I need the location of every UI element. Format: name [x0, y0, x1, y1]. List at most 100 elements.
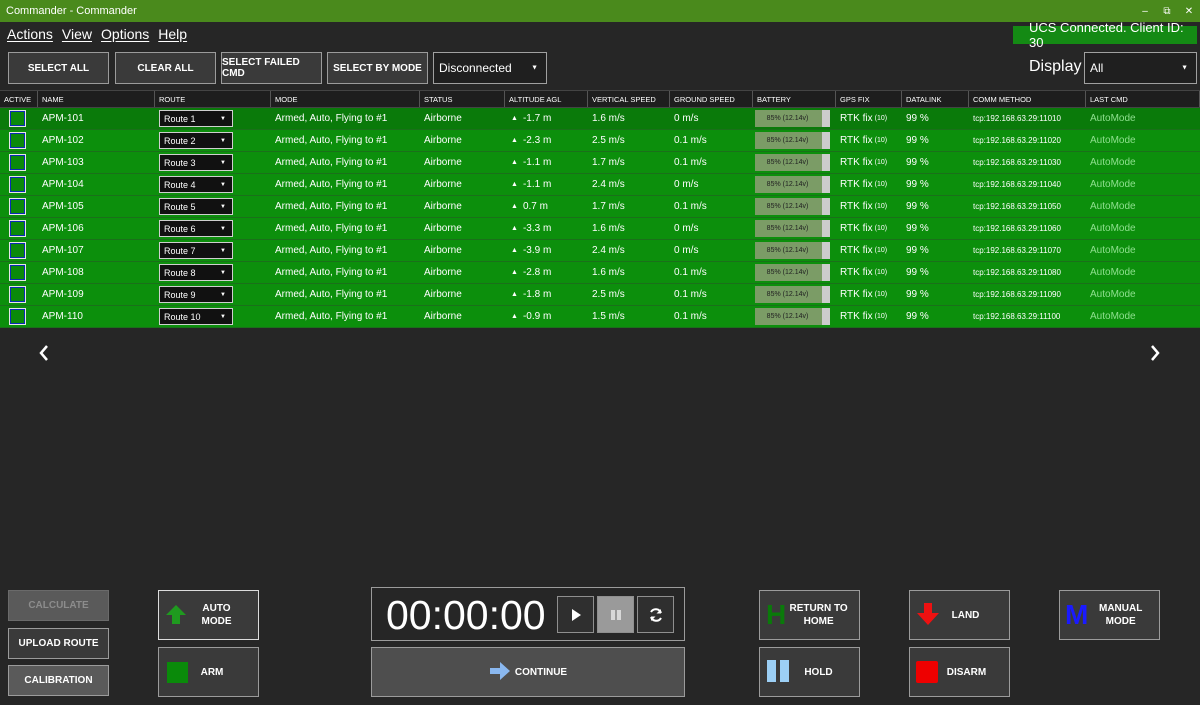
play-button[interactable]: [557, 596, 594, 633]
hold-label: HOLD: [804, 666, 833, 678]
col-header[interactable]: GPS FIX: [836, 91, 902, 107]
col-header[interactable]: LAST CMD: [1086, 91, 1200, 107]
col-header[interactable]: ALTITUDE AGL: [505, 91, 588, 107]
col-header[interactable]: MODE: [271, 91, 420, 107]
datalink-cell: 99 %: [906, 113, 929, 124]
col-header[interactable]: STATUS: [420, 91, 505, 107]
battery-text: 85% (12.14v): [766, 313, 809, 320]
menu-view[interactable]: View: [62, 26, 92, 42]
chevron-down-icon: ▼: [220, 247, 226, 254]
active-checkbox[interactable]: [9, 308, 26, 325]
altitude-value: -3.3 m: [522, 223, 552, 234]
gps-sats: (10): [874, 159, 888, 166]
manual-mode-label: MANUAL MODE: [1099, 603, 1143, 627]
menu-actions[interactable]: Actions: [7, 26, 53, 42]
active-checkbox[interactable]: [9, 242, 26, 259]
col-header[interactable]: VERTICAL SPEED: [588, 91, 670, 107]
col-header[interactable]: COMM METHOD: [969, 91, 1086, 107]
table-row[interactable]: APM-109 Route 9 ▼ Armed, Auto, Flying to #1…: [0, 284, 1200, 306]
route-dropdown[interactable]: Route 4 ▼: [159, 176, 233, 193]
battery-bar: 85% (12.14v): [755, 264, 830, 281]
next-page-icon[interactable]: [1149, 345, 1161, 366]
land-button[interactable]: LAND: [909, 590, 1010, 640]
route-dropdown[interactable]: Route 2 ▼: [159, 132, 233, 149]
hold-button[interactable]: HOLD: [759, 647, 860, 697]
window-titlebar: Commander - Commander – ⧉ ✕: [0, 0, 1200, 22]
table-row[interactable]: APM-101 Route 1 ▼ Armed, Auto, Flying to #1…: [0, 108, 1200, 130]
route-cell: Route 7 ▼: [155, 240, 271, 261]
disarm-button[interactable]: DISARM: [909, 647, 1010, 697]
route-dropdown[interactable]: Route 10 ▼: [159, 308, 233, 325]
active-checkbox[interactable]: [9, 286, 26, 303]
name-cell: APM-101: [42, 113, 84, 124]
battery-cell: 85% (12.14v): [753, 262, 836, 283]
col-header[interactable]: GROUND SPEED: [670, 91, 753, 107]
active-checkbox[interactable]: [9, 198, 26, 215]
active-checkbox[interactable]: [9, 132, 26, 149]
active-checkbox[interactable]: [9, 176, 26, 193]
table-row[interactable]: APM-102 Route 2 ▼ Armed, Auto, Flying to #1…: [0, 130, 1200, 152]
active-checkbox[interactable]: [9, 110, 26, 127]
active-checkbox[interactable]: [9, 264, 26, 281]
calculate-button[interactable]: CALCULATE: [8, 590, 109, 621]
col-header[interactable]: NAME: [38, 91, 155, 107]
table-row[interactable]: APM-110 Route 10 ▼ Armed, Auto, Flying to #…: [0, 306, 1200, 328]
route-dropdown[interactable]: Route 9 ▼: [159, 286, 233, 303]
display-dropdown[interactable]: All ▼: [1084, 52, 1197, 84]
calibration-button[interactable]: CALIBRATION: [8, 665, 109, 696]
chevron-down-icon: ▼: [220, 159, 226, 166]
table-row[interactable]: APM-103 Route 3 ▼ Armed, Auto, Flying to #1…: [0, 152, 1200, 174]
active-checkbox[interactable]: [9, 220, 26, 237]
arrow-up-small-icon: ▲: [511, 291, 518, 298]
pause-button[interactable]: [597, 596, 634, 633]
menu-help[interactable]: Help: [158, 26, 187, 42]
active-checkbox[interactable]: [9, 154, 26, 171]
return-to-home-button[interactable]: H RETURN TO HOME: [759, 590, 860, 640]
select-by-mode-button[interactable]: SELECT BY MODE: [327, 52, 428, 84]
prev-page-icon[interactable]: [38, 345, 50, 366]
last-cmd-cell: AutoMode: [1090, 245, 1136, 256]
menu-options[interactable]: Options: [101, 26, 149, 42]
col-header[interactable]: DATALINK: [902, 91, 969, 107]
status-cell: Airborne: [424, 223, 462, 234]
active-cell: [0, 284, 38, 305]
gps-fix: RTK fix: [840, 311, 873, 322]
battery-cell: 85% (12.14v): [753, 240, 836, 261]
mode-cell: Armed, Auto, Flying to #1: [275, 223, 388, 234]
col-header[interactable]: ACTIVE: [0, 91, 38, 107]
route-dropdown[interactable]: Route 5 ▼: [159, 198, 233, 215]
table-row[interactable]: APM-108 Route 8 ▼ Armed, Auto, Flying to #1…: [0, 262, 1200, 284]
select-failed-cmd-button[interactable]: SELECT FAILED CMD: [221, 52, 322, 84]
auto-mode-button[interactable]: AUTO MODE: [158, 590, 259, 640]
table-row[interactable]: APM-105 Route 5 ▼ Armed, Auto, Flying to #1…: [0, 196, 1200, 218]
clear-all-button[interactable]: CLEAR ALL: [115, 52, 216, 84]
table-row[interactable]: APM-104 Route 4 ▼ Armed, Auto, Flying to #1…: [0, 174, 1200, 196]
select-all-button[interactable]: SELECT ALL: [8, 52, 109, 84]
name-cell: APM-108: [42, 267, 84, 278]
upload-route-button[interactable]: UPLOAD ROUTE: [8, 628, 109, 659]
route-dropdown[interactable]: Route 7 ▼: [159, 242, 233, 259]
route-dropdown[interactable]: Route 8 ▼: [159, 264, 233, 281]
col-header[interactable]: BATTERY: [753, 91, 836, 107]
comm-method-cell: tcp:192.168.63.29:11060: [973, 224, 1061, 233]
table-row[interactable]: APM-107 Route 7 ▼ Armed, Auto, Flying to #1…: [0, 240, 1200, 262]
minimize-icon[interactable]: –: [1134, 6, 1156, 17]
close-icon[interactable]: ✕: [1178, 6, 1200, 17]
manual-mode-button[interactable]: M MANUAL MODE: [1059, 590, 1160, 640]
battery-cell: 85% (12.14v): [753, 130, 836, 151]
route-value: Route 10: [164, 311, 201, 322]
col-header[interactable]: ROUTE: [155, 91, 271, 107]
comm-method-cell: tcp:192.168.63.29:11010: [973, 114, 1061, 123]
mode-cell: Armed, Auto, Flying to #1: [275, 179, 388, 190]
reset-button[interactable]: [637, 596, 674, 633]
route-dropdown[interactable]: Route 6 ▼: [159, 220, 233, 237]
battery-bar: 85% (12.14v): [755, 242, 830, 259]
arm-button[interactable]: ARM: [158, 647, 259, 697]
restore-icon[interactable]: ⧉: [1156, 6, 1178, 17]
continue-button[interactable]: CONTINUE: [371, 647, 685, 697]
mode-dropdown[interactable]: Disconnected ▼: [433, 52, 547, 84]
table-row[interactable]: APM-106 Route 6 ▼ Armed, Auto, Flying to #1…: [0, 218, 1200, 240]
route-dropdown[interactable]: Route 3 ▼: [159, 154, 233, 171]
altitude-cell: ▲ -1.1 m: [505, 152, 588, 173]
route-dropdown[interactable]: Route 1 ▼: [159, 110, 233, 127]
